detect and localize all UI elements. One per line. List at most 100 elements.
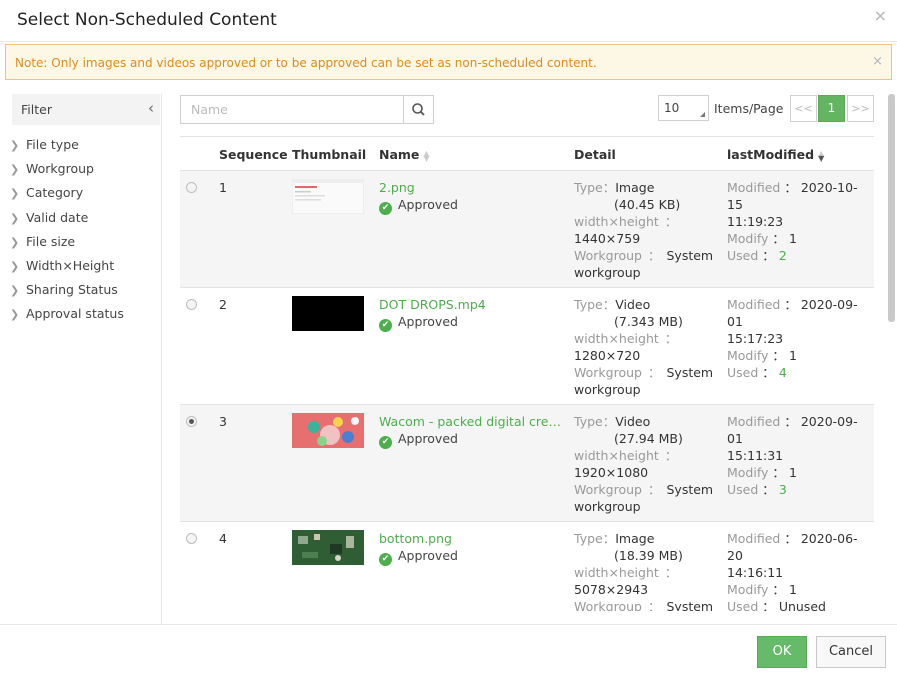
filter-item[interactable]: ❯ Approval status bbox=[10, 306, 124, 330]
row-name-cell: bottom.png ✔ Approved bbox=[379, 530, 561, 566]
colon: ： bbox=[664, 448, 678, 463]
next-page-button[interactable]: >> bbox=[847, 95, 874, 122]
colon: ： bbox=[784, 414, 797, 429]
row-type: Image bbox=[615, 180, 655, 195]
row-status: ✔ Approved bbox=[379, 547, 561, 566]
row-size: (18.39 MB) bbox=[614, 548, 683, 563]
row-type: Video bbox=[615, 297, 651, 312]
filter-item[interactable]: ❯ Sharing Status bbox=[10, 282, 124, 306]
row-dimensions: 5078×2943 bbox=[574, 582, 649, 597]
filter-item[interactable]: ❯ Workgroup bbox=[10, 161, 124, 185]
wh-label: width×height bbox=[574, 214, 659, 229]
search-input[interactable] bbox=[181, 96, 405, 123]
modify-label: Modify bbox=[727, 465, 769, 480]
row-modify-count: 1 bbox=[788, 348, 797, 363]
row-dimensions: 1280×720 bbox=[574, 348, 641, 363]
row-thumbnail bbox=[292, 179, 364, 214]
table-row[interactable]: 3 Wacom - packed digital creatives.mp4 ✔ Ap… bbox=[180, 404, 874, 522]
filter-item[interactable]: ❯ Category bbox=[10, 185, 124, 209]
note-close-icon[interactable]: × bbox=[872, 54, 883, 69]
colon: ： bbox=[664, 214, 678, 229]
check-circle-icon: ✔ bbox=[379, 319, 392, 332]
wh-label: width×height bbox=[574, 565, 659, 580]
row-status-label: Approved bbox=[398, 314, 458, 329]
sort-desc-icon: ▲ ▼ bbox=[818, 148, 825, 163]
collapse-chevron-icon[interactable]: ‹ bbox=[148, 99, 154, 117]
dialog-close-icon[interactable]: × bbox=[874, 6, 887, 25]
search-button[interactable] bbox=[403, 96, 433, 123]
type-label: Type bbox=[574, 297, 603, 312]
modified-label: Modified bbox=[727, 414, 781, 429]
filter-sidebar: Filter ‹ ❯ File type ❯ Workgroup ❯ Category ❯ V… bbox=[0, 94, 162, 624]
table-row[interactable]: 1 2.png ✔ Approved Type：Image (40.45 KB) width… bbox=[180, 170, 874, 288]
chevron-right-icon: ❯ bbox=[10, 308, 20, 322]
row-detail: Type：Video (27.94 MB) width×height： 1920×10… bbox=[574, 413, 714, 515]
colon: ： bbox=[602, 180, 616, 195]
filter-item-label: Workgroup bbox=[26, 161, 94, 177]
row-name-link[interactable]: 2.png bbox=[379, 179, 561, 196]
row-used[interactable]: 2 bbox=[779, 248, 787, 263]
filter-item[interactable]: ❯ Width×Height bbox=[10, 258, 124, 282]
row-detail: Type：Video (7.343 MB) width×height： 1280×72… bbox=[574, 296, 714, 398]
row-modified: Modified： 2020-06-20 14:16:11 Modify： 1 Used：… bbox=[727, 530, 872, 611]
select-content-dialog: Select Non-Scheduled Content × Note: Onl… bbox=[0, 0, 897, 678]
colon: ： bbox=[762, 482, 775, 497]
row-dimensions: 1440×759 bbox=[574, 231, 641, 246]
colon: ： bbox=[772, 348, 785, 363]
row-select-radio[interactable] bbox=[186, 416, 197, 427]
col-thumbnail: Thumbnail bbox=[292, 147, 367, 162]
row-name-link[interactable]: DOT DROPS.mp4 bbox=[379, 296, 561, 313]
scrollbar-thumb[interactable] bbox=[888, 94, 895, 322]
row-name-link[interactable]: bottom.png bbox=[379, 530, 561, 547]
row-status-label: Approved bbox=[398, 197, 458, 212]
check-circle-icon: ✔ bbox=[379, 553, 392, 566]
page-1-button[interactable]: 1 bbox=[818, 95, 845, 122]
prev-page-button[interactable]: << bbox=[790, 95, 817, 122]
filter-item[interactable]: ❯ File size bbox=[10, 234, 124, 258]
col-last-modified[interactable]: lastModified ▲ ▼ bbox=[727, 147, 824, 162]
workgroup-label: Workgroup bbox=[574, 248, 642, 263]
row-status: ✔ Approved bbox=[379, 430, 561, 449]
row-select-radio[interactable] bbox=[186, 182, 197, 193]
col-name[interactable]: Name ▲ ▼ bbox=[379, 147, 430, 162]
row-select-radio[interactable] bbox=[186, 299, 197, 310]
row-sequence: 4 bbox=[219, 531, 227, 546]
col-detail: Detail bbox=[574, 147, 616, 162]
workgroup-label: Workgroup bbox=[574, 365, 642, 380]
chevron-right-icon: ❯ bbox=[10, 284, 20, 298]
table-row[interactable]: 2 DOT DROPS.mp4 ✔ Approved Type：Video (7.343 … bbox=[180, 287, 874, 405]
colon: ： bbox=[647, 599, 661, 611]
row-workgroup-b: workgroup bbox=[574, 382, 641, 397]
filter-item-label: Category bbox=[26, 185, 84, 201]
chevron-right-icon: ❯ bbox=[10, 187, 20, 201]
row-select-radio[interactable] bbox=[186, 533, 197, 544]
row-used[interactable]: 4 bbox=[779, 365, 787, 380]
colon: ： bbox=[762, 599, 775, 611]
row-status-label: Approved bbox=[398, 548, 458, 563]
workgroup-label: Workgroup bbox=[574, 482, 642, 497]
search-box bbox=[180, 95, 434, 124]
row-workgroup-a: System bbox=[666, 482, 714, 497]
filter-item[interactable]: ❯ File type bbox=[10, 137, 124, 161]
row-modify-count: 1 bbox=[788, 465, 797, 480]
row-used[interactable]: 3 bbox=[779, 482, 787, 497]
filter-item-label: File type bbox=[26, 137, 79, 152]
filter-item[interactable]: ❯ Valid date bbox=[10, 210, 124, 234]
row-name-link[interactable]: Wacom - packed digital creatives.mp4 bbox=[379, 413, 561, 430]
modify-label: Modify bbox=[727, 348, 769, 363]
items-per-page-select[interactable]: 10 bbox=[658, 95, 709, 121]
row-workgroup-b: workgroup bbox=[574, 499, 641, 514]
row-modified-time: 15:17:23 bbox=[727, 331, 784, 346]
colon: ： bbox=[784, 180, 797, 195]
ok-button[interactable]: OK bbox=[757, 636, 807, 668]
row-type: Video bbox=[615, 414, 651, 429]
note-banner: Note: Only images and videos approved or… bbox=[5, 44, 892, 80]
items-per-page-value: 10 bbox=[664, 101, 680, 115]
colon: ： bbox=[762, 365, 775, 380]
row-workgroup-a: System bbox=[666, 248, 714, 263]
cancel-button[interactable]: Cancel bbox=[816, 636, 886, 668]
row-status-label: Approved bbox=[398, 431, 458, 446]
modified-label: Modified bbox=[727, 297, 781, 312]
table-row[interactable]: 4 bottom.png ✔ Approved Type：Image (18.39 MB)… bbox=[180, 521, 874, 611]
colon: ： bbox=[602, 414, 616, 429]
